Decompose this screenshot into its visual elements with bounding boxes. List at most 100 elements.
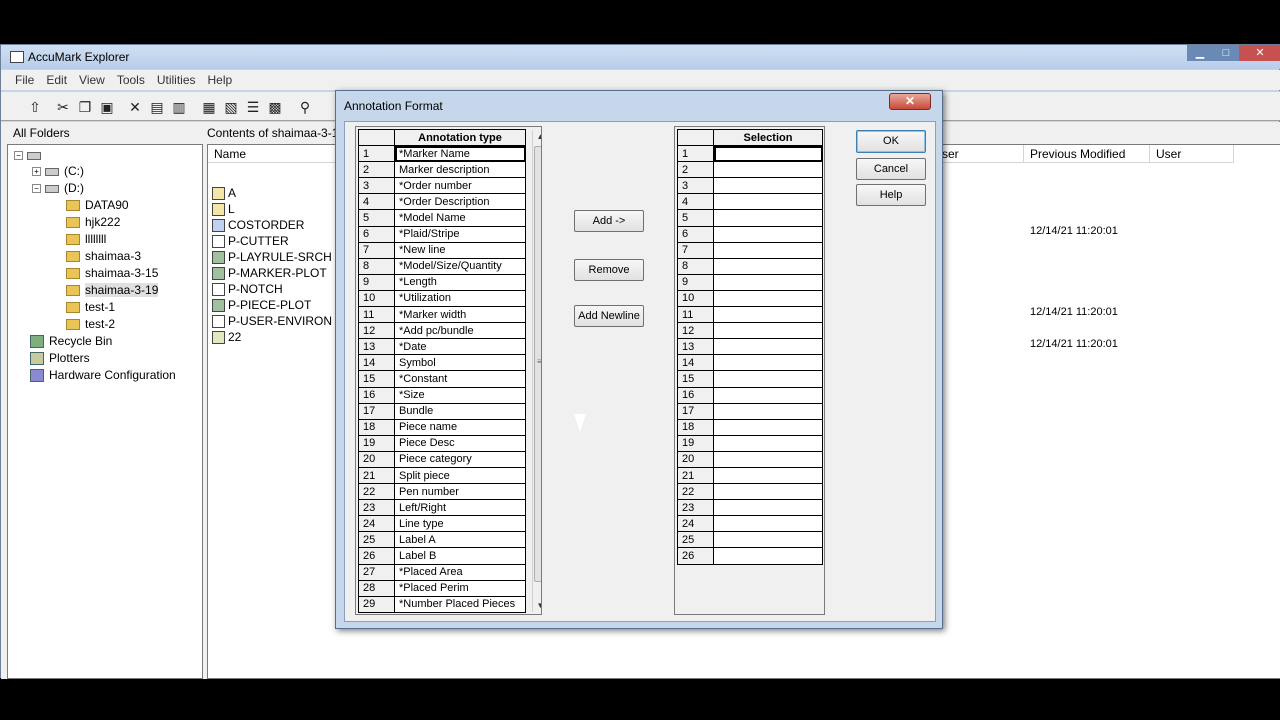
annotation-type-cell[interactable]: Bundle: [394, 402, 526, 420]
tree-recycle-bin[interactable]: Recycle Bin: [30, 333, 112, 349]
selection-row[interactable]: 5: [677, 209, 823, 227]
selection-cell[interactable]: [713, 209, 823, 227]
selection-cell[interactable]: [713, 483, 823, 501]
collapse-icon[interactable]: −: [32, 184, 41, 194]
annotation-type-row[interactable]: 10 *Utilization: [358, 289, 526, 308]
selection-row[interactable]: 14: [677, 354, 823, 372]
selection-row[interactable]: 23: [677, 499, 823, 517]
selection-cell[interactable]: [713, 547, 823, 565]
annotation-type-cell[interactable]: *Add pc/bundle: [394, 322, 526, 340]
selection-row[interactable]: 18: [677, 418, 823, 436]
selection-cell[interactable]: [713, 466, 823, 485]
selection-cell[interactable]: [713, 273, 823, 291]
annotation-scrollbar[interactable]: ▲ ≡ ▼: [532, 130, 541, 612]
menu-view[interactable]: View: [73, 70, 111, 90]
annotation-type-cell[interactable]: Marker description: [394, 161, 526, 179]
selection-row[interactable]: 16: [677, 386, 823, 404]
file-item[interactable]: L: [212, 201, 235, 217]
tree-computer[interactable]: −: [14, 147, 46, 163]
menu-file[interactable]: File: [9, 70, 40, 90]
annotation-type-cell[interactable]: *Constant: [394, 370, 526, 388]
annotation-type-row[interactable]: 8 *Model/Size/Quantity: [358, 257, 526, 275]
tree-folder[interactable]: test-2: [66, 316, 115, 332]
annotation-type-row[interactable]: 3 *Order number: [358, 177, 526, 195]
selection-cell[interactable]: [713, 531, 823, 549]
file-item[interactable]: A: [212, 185, 236, 201]
selection-row[interactable]: 8: [677, 257, 823, 275]
selection-cell[interactable]: [713, 145, 823, 163]
annotation-type-row[interactable]: 1 *Marker Name: [358, 145, 526, 163]
dialog-close-button[interactable]: ✕: [889, 93, 931, 110]
annotation-type-row[interactable]: 5 *Model Name: [358, 209, 526, 227]
selection-cell[interactable]: [713, 354, 823, 372]
selection-row[interactable]: 17: [677, 402, 823, 420]
selection-row[interactable]: 21: [677, 466, 823, 485]
selection-cell[interactable]: [713, 193, 823, 211]
annotation-type-row[interactable]: 6 *Plaid/Stripe: [358, 225, 526, 243]
annotation-type-cell[interactable]: Piece Desc: [394, 434, 526, 452]
selection-cell[interactable]: [713, 241, 823, 259]
column-user[interactable]: User: [1150, 145, 1234, 163]
selection-row[interactable]: 19: [677, 434, 823, 452]
file-item[interactable]: COSTORDER: [212, 217, 304, 233]
tree-folder[interactable]: shaimaa-3: [66, 248, 141, 264]
selection-row[interactable]: 15: [677, 370, 823, 388]
annotation-type-row[interactable]: 19 Piece Desc: [358, 434, 526, 452]
selection-row[interactable]: 6: [677, 225, 823, 243]
tree-hardware-configuration[interactable]: Hardware Configuration: [30, 367, 176, 383]
annotation-type-cell[interactable]: *Number Placed Pieces: [394, 595, 526, 613]
selection-cell[interactable]: [713, 499, 823, 517]
annotation-type-row[interactable]: 22 Pen number: [358, 483, 526, 501]
selection-cell[interactable]: [713, 322, 823, 340]
help-button[interactable]: Help: [856, 184, 926, 206]
remove-button[interactable]: Remove: [574, 259, 644, 281]
tree-folder[interactable]: hjk222: [66, 214, 120, 230]
annotation-type-cell[interactable]: *Utilization: [394, 289, 526, 308]
large-icons-icon[interactable]: ▦: [199, 97, 219, 117]
scroll-down-icon[interactable]: ▼: [535, 600, 541, 611]
selection-cell[interactable]: [713, 225, 823, 243]
annotation-type-row[interactable]: 25 Label A: [358, 531, 526, 549]
annotation-type-row[interactable]: 20 Piece category: [358, 450, 526, 468]
file-item[interactable]: P-LAYRULE-SRCH: [212, 249, 332, 265]
tree-drive-c[interactable]: + (C:): [32, 163, 84, 179]
file-item[interactable]: P-NOTCH: [212, 281, 283, 297]
annotation-type-row[interactable]: 17 Bundle: [358, 402, 526, 420]
annotation-type-row[interactable]: 24 Line type: [358, 515, 526, 533]
annotation-type-cell[interactable]: *Marker Name: [394, 145, 526, 163]
ok-button[interactable]: OK: [856, 130, 926, 153]
annotation-type-cell[interactable]: Symbol: [394, 354, 526, 372]
selection-row[interactable]: 1: [677, 145, 823, 163]
maximize-button[interactable]: □: [1213, 45, 1239, 61]
selection-cell[interactable]: [713, 338, 823, 356]
tree-folder[interactable]: test-1: [66, 299, 115, 315]
column-name[interactable]: Name: [208, 145, 338, 163]
file-item[interactable]: P-PIECE-PLOT: [212, 297, 311, 313]
annotation-type-row[interactable]: 12 *Add pc/bundle: [358, 322, 526, 340]
tree-folder[interactable]: llllllll: [66, 231, 106, 247]
annotation-type-cell[interactable]: *Marker width: [394, 306, 526, 324]
selection-row[interactable]: 2: [677, 161, 823, 179]
selection-row[interactable]: 12: [677, 322, 823, 340]
annotation-type-row[interactable]: 9 *Length: [358, 273, 526, 291]
selection-cell[interactable]: [713, 177, 823, 195]
annotation-type-cell[interactable]: Split piece: [394, 466, 526, 485]
tree-folder[interactable]: shaimaa-3-15: [66, 265, 158, 281]
cancel-button[interactable]: Cancel: [856, 158, 926, 180]
up-folder-icon[interactable]: ⇧: [25, 97, 45, 117]
scroll-thumb[interactable]: ≡: [534, 146, 541, 582]
annotation-type-row[interactable]: 7 *New line: [358, 241, 526, 259]
menu-tools[interactable]: Tools: [111, 70, 151, 90]
selection-row[interactable]: 20: [677, 450, 823, 468]
selection-row[interactable]: 22: [677, 483, 823, 501]
annotation-type-row[interactable]: 28 *Placed Perim: [358, 579, 526, 597]
file-item[interactable]: 22: [212, 329, 241, 345]
properties-icon[interactable]: ▤: [147, 97, 167, 117]
add-button[interactable]: Add ->: [574, 210, 644, 232]
annotation-type-cell[interactable]: *Plaid/Stripe: [394, 225, 526, 243]
annotation-type-cell[interactable]: Label A: [394, 531, 526, 549]
annotation-type-cell[interactable]: *Size: [394, 386, 526, 404]
annotation-type-cell[interactable]: *New line: [394, 241, 526, 259]
file-item[interactable]: P-USER-ENVIRON: [212, 313, 332, 329]
column-user-left[interactable]: ser: [938, 145, 1024, 163]
